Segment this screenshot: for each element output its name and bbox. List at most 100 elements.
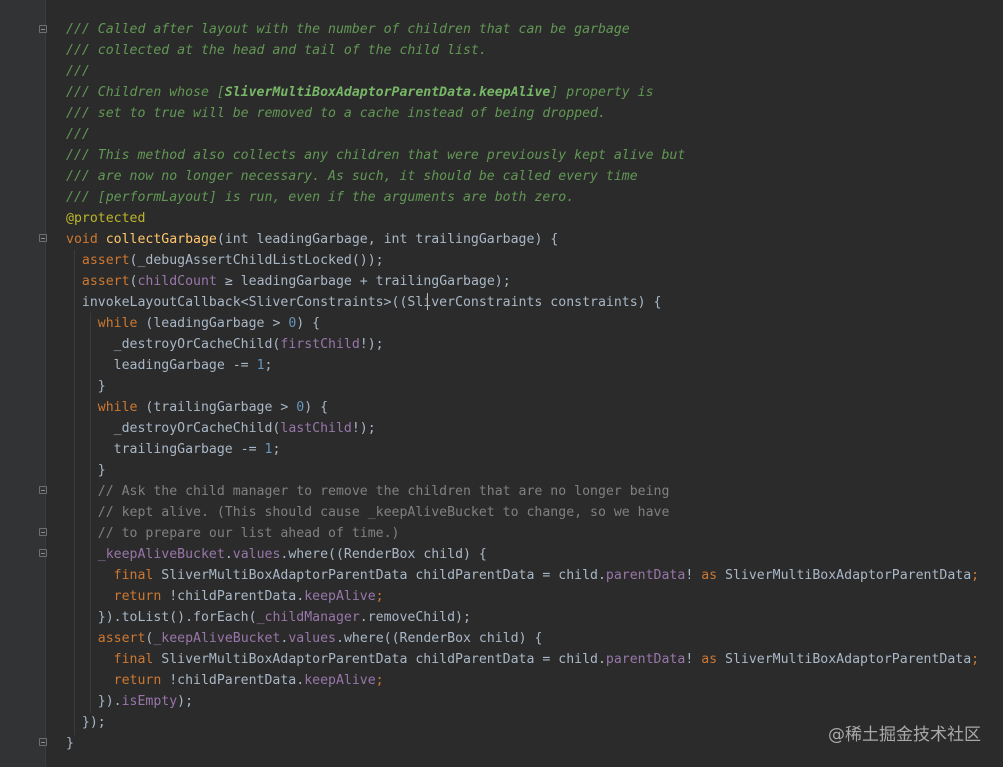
code-line[interactable]: invokeLayoutCallback<SliverConstraints>(… [66, 292, 1003, 313]
code-line[interactable]: _destroyOrCacheChild(lastChild!); [66, 418, 1003, 439]
code-token: // kept alive. (This should cause _keepA… [66, 505, 670, 520]
code-token: SliverMultiBoxAdaptorParentData.keepAliv… [224, 85, 551, 100]
code-token: leadingGarbage -= [66, 358, 257, 373]
code-token: return [113, 589, 170, 604]
code-token: } [66, 463, 106, 478]
code-line[interactable]: @protected [66, 208, 1003, 229]
code-token: .removeChild); [359, 610, 471, 625]
code-line[interactable]: _keepAliveBucket.values.where((RenderBox… [66, 544, 1003, 565]
code-token: // Ask the child manager to remove the c… [66, 484, 670, 499]
code-token: SliverMultiBoxAdaptorParentData [725, 568, 972, 583]
fold-marker-icon[interactable] [39, 738, 47, 746]
code-token: assert [81, 274, 130, 289]
code-line[interactable]: } [66, 460, 1003, 481]
code-token: childCount [137, 274, 217, 289]
code-token: ; [971, 568, 980, 583]
code-line[interactable]: /// set to true will be removed to a cac… [66, 103, 1003, 124]
code-token: !childParentData. [169, 589, 305, 604]
code-editor[interactable]: /// Called after layout with the number … [0, 0, 1003, 767]
code-token: (trailingGarbage > [137, 400, 297, 415]
code-token: values [288, 631, 336, 646]
code-token: .where((RenderBox child) { [336, 631, 543, 646]
code-line[interactable]: /// collected at the head and tail of th… [66, 40, 1003, 61]
code-token: as [701, 568, 726, 583]
fold-marker-icon[interactable] [39, 25, 47, 33]
fold-marker-icon[interactable] [39, 486, 47, 494]
code-line[interactable]: /// [performLayout] is run, even if the … [66, 187, 1003, 208]
code-token: @protected [66, 211, 146, 226]
code-token: /// [66, 64, 90, 79]
code-line[interactable]: void collectGarbage(int leadingGarbage, … [66, 229, 1003, 250]
code-line[interactable]: }).isEmpty); [66, 691, 1003, 712]
code-line[interactable]: // kept alive. (This should cause _keepA… [66, 502, 1003, 523]
code-token: }); [66, 715, 106, 730]
code-line[interactable]: leadingGarbage -= 1; [66, 355, 1003, 376]
code-token: ; [272, 442, 281, 457]
code-token: SliverMultiBoxAdaptorParentData childPar… [161, 568, 606, 583]
code-token: trailingGarbage -= [66, 442, 265, 457]
code-line[interactable]: while (leadingGarbage > 0) { [66, 313, 1003, 334]
fold-marker-icon[interactable] [39, 234, 47, 242]
code-token: .where((RenderBox child) { [280, 547, 487, 562]
code-token: _keepAliveBucket [97, 547, 225, 562]
code-token: /// [performLayout] is run, even if the … [66, 190, 575, 205]
code-token: ! [685, 652, 702, 667]
code-line[interactable]: return !childParentData.keepAlive; [66, 586, 1003, 607]
code-token: while [97, 400, 138, 415]
code-token: }).toList().forEach( [66, 610, 257, 625]
code-token: /// Called after layout with the number … [66, 22, 630, 37]
code-token: /// set to true will be removed to a cac… [66, 106, 606, 121]
fold-marker-icon[interactable] [39, 549, 47, 557]
text-caret [427, 293, 428, 310]
code-token: }). [66, 694, 122, 709]
code-token: _keepAliveBucket [153, 631, 281, 646]
code-line[interactable]: /// [66, 124, 1003, 145]
code-line[interactable]: assert(_keepAliveBucket.values.where((Re… [66, 628, 1003, 649]
code-line[interactable]: } [66, 376, 1003, 397]
code-token: void [66, 232, 106, 247]
code-line[interactable]: return !childParentData.keepAlive; [66, 670, 1003, 691]
code-line[interactable]: _destroyOrCacheChild(firstChild!); [66, 334, 1003, 355]
code-token: assert [97, 631, 146, 646]
code-token: return [113, 673, 170, 688]
code-line[interactable]: final SliverMultiBoxAdaptorParentData ch… [66, 649, 1003, 670]
code-token: keepAlive [304, 589, 376, 604]
code-token: parentData [605, 652, 686, 667]
fold-marker-icon[interactable] [39, 528, 47, 536]
code-line[interactable]: }).toList().forEach(_childManager.remove… [66, 607, 1003, 628]
code-line[interactable]: trailingGarbage -= 1; [66, 439, 1003, 460]
code-line[interactable]: assert(childCount ≥ leadingGarbage + tra… [66, 271, 1003, 292]
code-token: final [113, 568, 162, 583]
code-token: (leadingGarbage > [137, 316, 289, 331]
code-line[interactable]: // to prepare our list ahead of time.) [66, 523, 1003, 544]
code-token: ; [375, 673, 384, 688]
code-token: /// are now no longer necessary. As such… [66, 169, 638, 184]
code-area[interactable]: /// Called after layout with the number … [66, 19, 1003, 754]
code-token: } [66, 379, 106, 394]
code-line[interactable]: /// are now no longer necessary. As such… [66, 166, 1003, 187]
code-token: values [232, 547, 281, 562]
code-line[interactable]: /// [66, 61, 1003, 82]
code-token: /// Children whose [ [66, 85, 225, 100]
editor-gutter[interactable] [0, 0, 47, 767]
code-line[interactable]: /// Children whose [SliverMultiBoxAdapto… [66, 82, 1003, 103]
code-line[interactable]: /// This method also collects any childr… [66, 145, 1003, 166]
code-token: SliverMultiBoxAdaptorParentData [725, 652, 972, 667]
code-token: ) { [304, 400, 329, 415]
code-token: ! [685, 568, 702, 583]
code-line[interactable]: final SliverMultiBoxAdaptorParentData ch… [66, 565, 1003, 586]
code-token: invokeLayoutCallback<SliverConstraints>(… [66, 295, 662, 310]
code-line[interactable]: assert(_debugAssertChildListLocked()); [66, 250, 1003, 271]
code-line[interactable]: // Ask the child manager to remove the c… [66, 481, 1003, 502]
code-token: 1 [256, 358, 265, 373]
code-token: /// [66, 127, 90, 142]
code-token: while [97, 316, 138, 331]
code-line[interactable]: while (trailingGarbage > 0) { [66, 397, 1003, 418]
code-token: !); [351, 421, 376, 436]
code-line[interactable]: /// Called after layout with the number … [66, 19, 1003, 40]
